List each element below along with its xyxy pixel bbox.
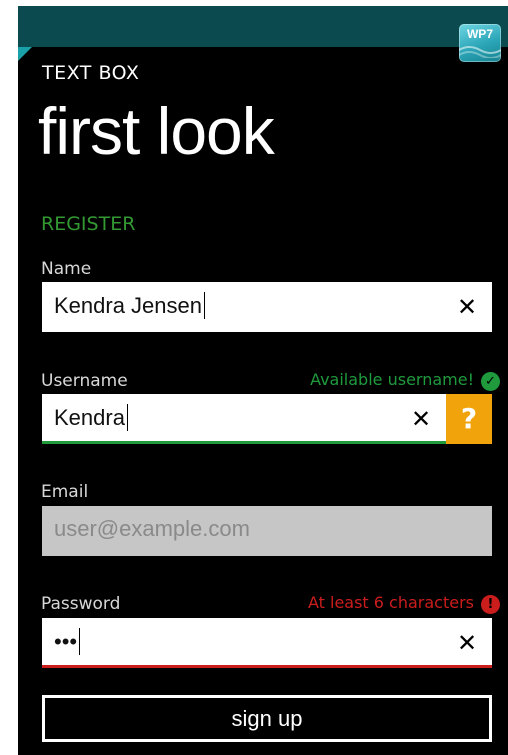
password-label: Password bbox=[41, 594, 121, 614]
page-title: first look bbox=[38, 94, 275, 168]
clear-icon[interactable]: ✕ bbox=[452, 628, 482, 658]
email-placeholder: user@example.com bbox=[54, 516, 250, 541]
name-label: Name bbox=[41, 259, 92, 279]
password-value: ••• bbox=[54, 629, 78, 654]
help-button[interactable]: ? bbox=[446, 394, 492, 444]
corner-accent bbox=[18, 47, 32, 61]
username-value-wrap: Kendra bbox=[54, 404, 128, 431]
text-caret bbox=[79, 628, 81, 655]
name-value: Kendra Jensen bbox=[54, 293, 202, 318]
text-caret bbox=[204, 292, 205, 319]
text-caret bbox=[126, 404, 128, 431]
app-title: TEXT BOX bbox=[42, 62, 140, 84]
clear-icon[interactable]: ✕ bbox=[452, 292, 482, 322]
email-label: Email bbox=[41, 482, 89, 502]
sign-up-button[interactable]: sign up bbox=[42, 695, 492, 742]
username-label: Username bbox=[41, 371, 128, 391]
name-value-wrap: Kendra Jensen bbox=[54, 292, 205, 319]
clear-icon[interactable]: ✕ bbox=[406, 404, 436, 434]
wp7-badge-text: WP7 bbox=[466, 27, 493, 41]
username-status: Available username! bbox=[310, 370, 474, 389]
username-field[interactable]: Kendra ✕ ? bbox=[42, 394, 492, 444]
password-field[interactable]: ••• ✕ bbox=[42, 618, 492, 668]
password-status: At least 6 characters bbox=[307, 593, 474, 612]
password-value-wrap: ••• bbox=[54, 628, 81, 655]
username-value: Kendra bbox=[54, 405, 125, 430]
system-tray bbox=[18, 6, 508, 47]
wave-icon bbox=[459, 46, 501, 58]
error-icon: ! bbox=[481, 595, 500, 614]
section-register: REGISTER bbox=[41, 213, 136, 235]
email-field[interactable]: user@example.com bbox=[42, 506, 492, 556]
wp7-badge: WP7 bbox=[459, 24, 501, 62]
check-icon: ✓ bbox=[481, 372, 500, 391]
name-field[interactable]: Kendra Jensen ✕ bbox=[42, 282, 492, 332]
phone-screen: WP7 TEXT BOX first look REGISTER Name Ke… bbox=[18, 6, 508, 755]
